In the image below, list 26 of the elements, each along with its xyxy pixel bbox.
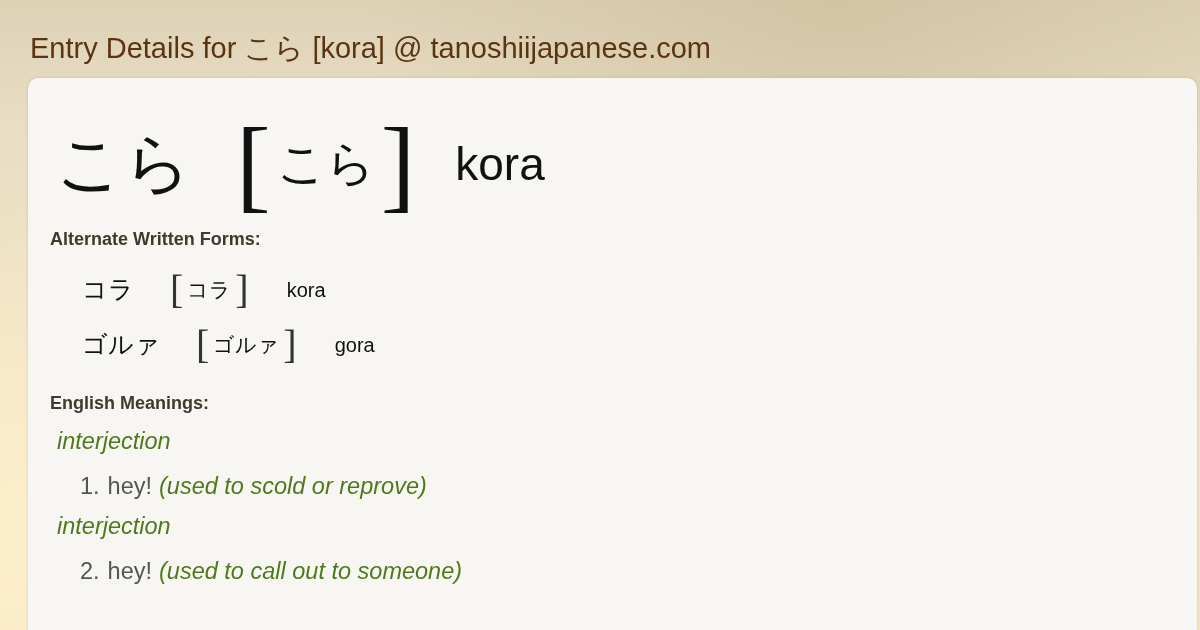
gloss-text: hey!: [107, 472, 153, 501]
entry-reading: こら: [276, 136, 375, 192]
section-heading: English Meanings:: [50, 392, 209, 414]
sense-number: 1.: [80, 472, 100, 501]
part-of-speech: interjection: [57, 427, 171, 456]
alternate-form-word: コラ: [82, 275, 134, 305]
opening-bracket: [: [196, 325, 210, 365]
usage-note: (used to call out to someone): [159, 557, 463, 586]
gloss-text: hey!: [107, 557, 153, 586]
closing-bracket: ]: [235, 270, 249, 310]
entry-word: こら: [56, 126, 192, 202]
alternate-form-word: ゴルァ: [82, 330, 160, 360]
usage-note: (used to scold or reprove): [159, 472, 427, 501]
entry-romaji: kora: [455, 137, 545, 192]
alternate-form-reading: ゴルァ: [213, 332, 280, 359]
opening-bracket: [: [170, 270, 184, 310]
alternate-form-romaji: gora: [334, 333, 375, 358]
closing-bracket: ]: [380, 116, 416, 212]
part-of-speech: interjection: [57, 512, 171, 541]
alternate-form-reading: コラ: [187, 277, 232, 304]
alternate-form-romaji: kora: [286, 278, 326, 303]
page-title: Entry Details for こら [kora] @ tanoshiijapanese.com: [30, 31, 711, 66]
sense-number: 2.: [80, 557, 100, 586]
section-heading: Alternate Written Forms:: [50, 228, 261, 250]
closing-bracket: ]: [283, 325, 297, 365]
opening-bracket: [: [236, 116, 271, 212]
